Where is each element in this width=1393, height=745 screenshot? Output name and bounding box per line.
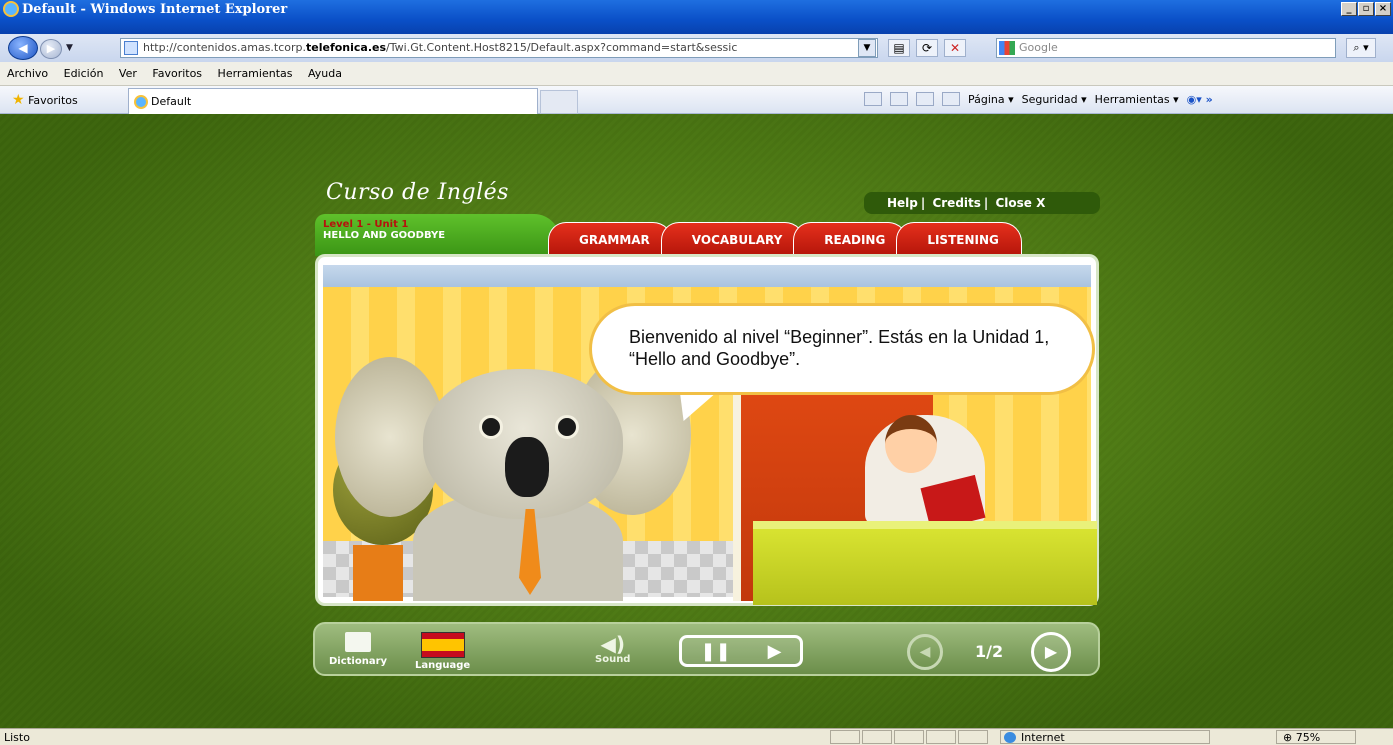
page-indicator: 1/2 — [975, 642, 1004, 661]
google-icon — [999, 41, 1015, 55]
course-title: Curso de Inglés — [326, 180, 509, 205]
menu-bar: Archivo Edición Ver Favoritos Herramient… — [0, 62, 1393, 86]
scene-illustration: Bienvenido al nivel “Beginner”. Estás en… — [323, 265, 1097, 605]
man-head — [885, 415, 937, 473]
page-content: Curso de Inglés Help | Credits | Close X L… — [0, 114, 1393, 728]
ie-tab-icon — [134, 95, 148, 109]
home-icon[interactable] — [864, 92, 882, 106]
print-icon[interactable] — [942, 92, 960, 106]
status-bar: Listo Internet ⊕ 75% — [0, 728, 1393, 745]
credits-link[interactable]: Credits — [932, 196, 980, 210]
tab-listening[interactable]: LISTENING — [896, 222, 1022, 256]
koala-right-eye — [555, 415, 579, 439]
dictionary-icon — [345, 632, 372, 652]
back-button[interactable]: ◀ — [8, 36, 38, 60]
speaker-icon: ◀) — [600, 632, 625, 656]
star-icon: ★ — [12, 92, 25, 108]
play-icon: ▶ — [767, 640, 782, 662]
tools-menu[interactable]: Herramientas ▾ — [1095, 93, 1179, 106]
browser-tab[interactable]: Default — [128, 88, 538, 114]
menu-ayuda[interactable]: Ayuda — [301, 62, 347, 80]
pause-icon: ❚❚ — [700, 640, 731, 662]
unit-title: HELLO AND GOODBYE — [323, 230, 446, 241]
mail-icon[interactable] — [916, 92, 934, 106]
tab-reading[interactable]: READING — [793, 222, 909, 256]
window-titlebar: Default - Windows Internet Explorer _ ▫ … — [0, 0, 1393, 34]
maximize-button[interactable]: ▫ — [1358, 2, 1374, 16]
address-bar[interactable]: http://contenidos.amas.tcorp.telefonica.… — [120, 38, 878, 58]
language-button[interactable]: Language — [415, 632, 470, 671]
status-cell — [830, 730, 860, 744]
window-title: Default - Windows Internet Explorer — [22, 2, 288, 17]
lesson-stage: Bienvenido al nivel “Beginner”. Estás en… — [315, 254, 1099, 606]
favorites-bar: ★ Favoritos Default Página ▾ Seguridad ▾… — [0, 86, 1393, 114]
previous-page-button[interactable]: ◀ — [907, 634, 943, 670]
menu-ver[interactable]: Ver — [112, 62, 142, 80]
player-controls: Dictionary Language ◀) Sound ❚❚ ▶ ◀ 1/2 … — [313, 622, 1100, 676]
security-zone[interactable]: Internet — [1000, 730, 1210, 744]
ie-logo-icon — [3, 1, 19, 17]
history-dropdown-icon[interactable]: ▼ — [66, 43, 73, 53]
status-cell — [894, 730, 924, 744]
unit-tab[interactable]: Level 1 - Unit 1 HELLO AND GOODBYE — [315, 214, 560, 256]
level-label: Level 1 - Unit 1 — [323, 219, 409, 230]
page-menu[interactable]: Página ▾ — [968, 93, 1014, 106]
top-links: Help | Credits | Close X — [864, 192, 1100, 214]
new-tab-button[interactable] — [540, 90, 578, 114]
help-link[interactable]: Help — [887, 196, 918, 210]
status-cell — [926, 730, 956, 744]
feeds-icon[interactable] — [890, 92, 908, 106]
search-button[interactable]: ⌕ ▾ — [1346, 38, 1376, 58]
tab-vocabulary[interactable]: VOCABULARY — [660, 222, 806, 256]
favorites-button[interactable]: ★ Favoritos — [12, 92, 78, 108]
speech-bubble: Bienvenido al nivel “Beginner”. Estás en… — [589, 303, 1095, 395]
plant-pot — [353, 545, 403, 601]
menu-edicion[interactable]: Edición — [57, 62, 109, 80]
scene-top-band — [323, 265, 1091, 287]
help-icon[interactable]: ◉▾ » — [1187, 93, 1213, 106]
globe-icon — [1004, 732, 1016, 743]
tab-grammar[interactable]: GRAMMAR — [548, 222, 673, 256]
search-input[interactable]: Google — [996, 38, 1336, 58]
menu-archivo[interactable]: Archivo — [0, 62, 53, 80]
status-cells — [830, 730, 988, 744]
koala-left-eye — [479, 415, 503, 439]
menu-herramientas[interactable]: Herramientas — [211, 62, 298, 80]
section-tabs: GRAMMAR VOCABULARY READING LISTENING — [548, 222, 1022, 256]
address-dropdown-button[interactable]: ▼ — [858, 39, 876, 57]
forward-button[interactable]: ▶ — [40, 39, 62, 59]
close-link[interactable]: Close X — [995, 196, 1045, 210]
security-menu[interactable]: Seguridad ▾ — [1022, 93, 1087, 106]
status-cell — [862, 730, 892, 744]
zoom-control[interactable]: ⊕ 75% — [1276, 730, 1356, 744]
close-window-button[interactable]: × — [1375, 2, 1391, 16]
zoom-icon: ⊕ — [1283, 731, 1296, 744]
status-text: Listo — [4, 731, 30, 744]
office-desk — [753, 521, 1097, 605]
sound-button[interactable]: ◀) Sound — [595, 632, 630, 665]
navigation-bar: ◀ ▶ ▼ http://contenidos.amas.tcorp.telef… — [0, 34, 1393, 62]
minimize-button[interactable]: _ — [1341, 2, 1357, 16]
dictionary-button[interactable]: Dictionary — [329, 632, 387, 667]
spain-flag-icon — [420, 632, 465, 658]
koala-nose — [505, 437, 549, 497]
next-page-button[interactable]: ▶ — [1031, 632, 1071, 672]
status-cell — [958, 730, 988, 744]
compatibility-icon[interactable]: ▤ — [888, 39, 910, 57]
refresh-icon[interactable]: ⟳ — [916, 39, 938, 57]
page-icon — [124, 41, 138, 55]
menu-favoritos[interactable]: Favoritos — [145, 62, 207, 80]
stop-icon[interactable]: ✕ — [944, 39, 966, 57]
pause-play-button[interactable]: ❚❚ ▶ — [679, 635, 803, 667]
